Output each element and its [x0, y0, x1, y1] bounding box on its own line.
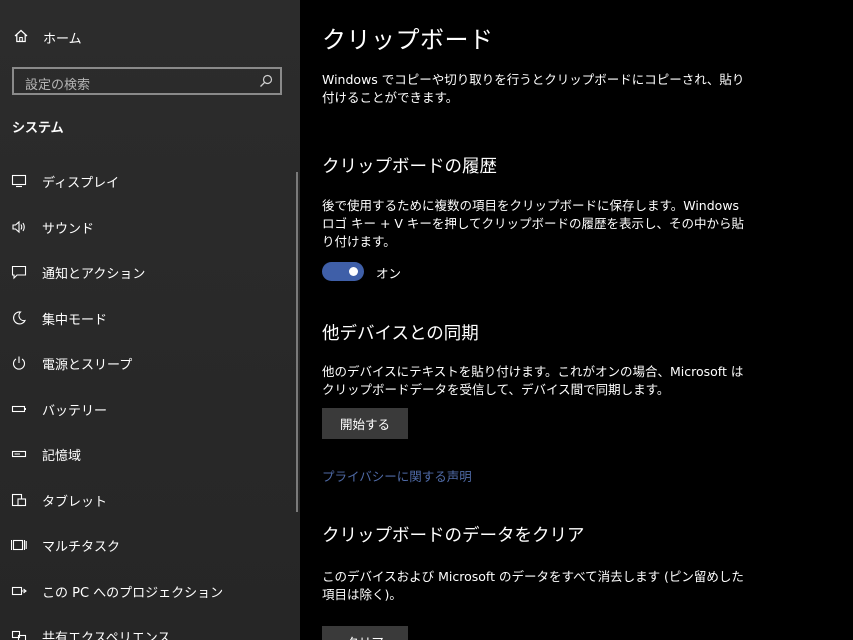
sidebar-item-notifications[interactable]: 通知とアクション — [0, 249, 300, 295]
history-toggle-label: オン — [376, 266, 402, 281]
history-description: 後で使用するために複数の項目をクリップボードに保存します。Windows ロゴ … — [322, 198, 745, 249]
monitor-icon — [11, 174, 27, 188]
storage-icon — [11, 450, 27, 458]
sidebar-nav: ディスプレイ サウンド 通知とアクション 集中モード 電源とスリープ バッテリー… — [0, 158, 300, 640]
sidebar-item-focus[interactable]: 集中モード — [0, 295, 300, 341]
clear-description: このデバイスおよび Microsoft のデータをすべて消去します (ピン留めし… — [322, 569, 744, 602]
sidebar-item-label: マルチタスク — [42, 540, 121, 555]
page-title: クリップボード — [322, 26, 494, 54]
clear-heading: クリップボードのデータをクリア — [322, 526, 585, 546]
sidebar-item-battery[interactable]: バッテリー — [0, 386, 300, 432]
projection-icon — [11, 586, 27, 595]
sidebar-item-label: 通知とアクション — [42, 267, 146, 282]
sidebar-item-multitasking[interactable]: マルチタスク — [0, 522, 300, 568]
sidebar-item-label: サウンド — [42, 221, 95, 237]
shared-icon — [11, 630, 27, 640]
search-placeholder: 設定の検索 — [25, 78, 91, 93]
sidebar-item-label: この PC へのプロジェクション — [42, 585, 224, 601]
notification-icon — [11, 265, 27, 280]
main-content: クリップボード Windows でコピーや切り取りを行うとクリップボードにコピー… — [300, 0, 853, 640]
search-box[interactable]: 設定の検索 — [12, 67, 282, 95]
settings-window: ホーム 設定の検索 システム ディスプレイ サウンド 通知とアクション 集中モー… — [0, 0, 853, 640]
power-icon — [12, 356, 26, 370]
moon-icon — [13, 310, 26, 324]
sidebar-item-projection[interactable]: この PC へのプロジェクション — [0, 568, 300, 614]
sync-heading: 他デバイスとの同期 — [322, 324, 479, 344]
sidebar-item-display[interactable]: ディスプレイ — [0, 158, 300, 204]
sidebar: ホーム 設定の検索 システム ディスプレイ サウンド 通知とアクション 集中モー… — [0, 0, 300, 640]
sync-description: 他のデバイスにテキストを貼り付けます。これがオンの場合、Microsoft はク… — [322, 364, 744, 397]
get-started-button[interactable]: 開始する — [322, 408, 408, 439]
sidebar-item-label: 共有エクスペリエンス — [42, 631, 171, 640]
sidebar-item-power[interactable]: 電源とスリープ — [0, 340, 300, 386]
toggle-knob — [349, 267, 358, 276]
home-nav-item[interactable]: ホーム — [0, 22, 300, 52]
speaker-icon — [12, 220, 25, 233]
sidebar-item-shared-experiences[interactable]: 共有エクスペリエンス — [0, 613, 300, 640]
sidebar-item-label: 集中モード — [42, 312, 108, 328]
battery-icon — [11, 405, 26, 412]
section-title: システム — [12, 121, 64, 136]
sidebar-item-label: 記憶域 — [42, 449, 82, 464]
privacy-statement-link[interactable]: プライバシーに関する声明 — [322, 466, 472, 485]
home-label: ホーム — [43, 32, 82, 47]
search-icon[interactable] — [259, 74, 273, 88]
sidebar-item-sound[interactable]: サウンド — [0, 204, 300, 250]
intro-text: Windows でコピーや切り取りを行うとクリップボードにコピーされ、貼り付ける… — [322, 72, 745, 105]
sidebar-item-label: 電源とスリープ — [42, 358, 133, 373]
sidebar-item-label: ディスプレイ — [42, 176, 120, 191]
clear-button[interactable]: クリア — [322, 626, 408, 640]
sidebar-scrollbar[interactable] — [296, 172, 298, 512]
sidebar-item-label: バッテリー — [42, 403, 108, 419]
sidebar-item-tablet[interactable]: タブレット — [0, 477, 300, 523]
history-heading: クリップボードの履歴 — [322, 157, 497, 177]
sidebar-item-label: タブレット — [42, 494, 108, 510]
multitask-icon — [11, 539, 27, 551]
history-toggle[interactable] — [322, 262, 364, 281]
home-icon — [14, 29, 28, 43]
tablet-icon — [11, 493, 27, 506]
sidebar-item-storage[interactable]: 記憶域 — [0, 431, 300, 477]
